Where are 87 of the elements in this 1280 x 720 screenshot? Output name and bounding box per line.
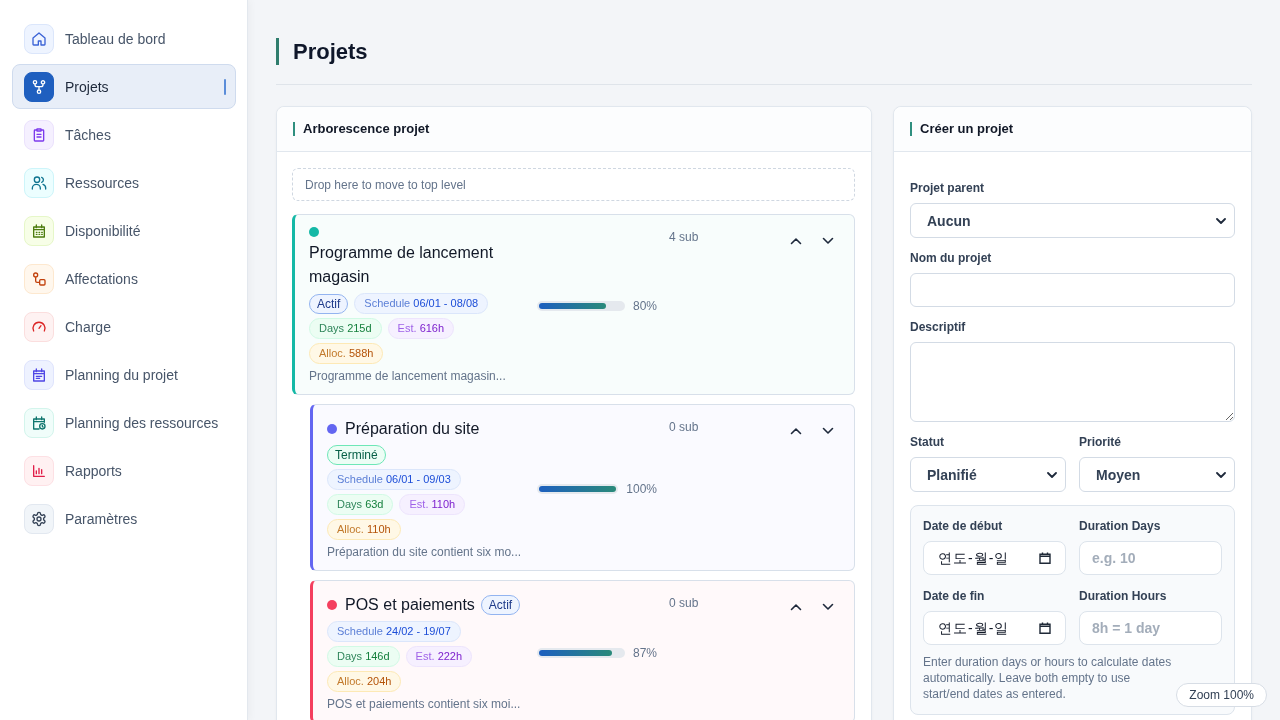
field-label: Date de début (923, 519, 1004, 533)
branch-icon (24, 71, 54, 102)
panel-title: Arborescence projet (293, 122, 430, 136)
calendar-icon (1039, 552, 1051, 564)
status-badge: Actif (309, 293, 349, 314)
calendar-clock-icon (24, 407, 54, 438)
description-field[interactable] (910, 342, 1235, 422)
estimate-chip: Est. 110h (399, 494, 466, 515)
days-chip: Days 215d (309, 318, 382, 339)
chevron-down-icon (822, 237, 834, 245)
drop-zone: Drop here to move to top level (292, 168, 855, 201)
sidebar-item[interactable]: Planning du projet (12, 352, 236, 397)
users-icon (24, 167, 54, 198)
status-badge: Actif (480, 595, 521, 615)
chevron-up-icon (790, 237, 802, 245)
allocation-chip: Alloc. 204h (327, 671, 402, 692)
sidebar-item[interactable]: Affectations (12, 256, 236, 301)
chevron-down-icon (822, 603, 834, 611)
parent-project-select[interactable]: Aucun (910, 203, 1235, 238)
subproject-count: 0 sub (669, 419, 700, 434)
estimate-chip: Est. 222h (405, 646, 473, 667)
progress-reading: 80% (632, 298, 657, 313)
sidebar-item[interactable]: Ressources (12, 160, 236, 205)
field-label: Priorité (1079, 435, 1122, 449)
field-label: Nom du projet (910, 251, 993, 265)
progress-reading: 87% (632, 645, 657, 660)
status-badge: Terminé (327, 445, 386, 465)
bar-chart-icon (24, 455, 54, 486)
schedule-chip: Schedule 06/01 - 08/08 (354, 293, 489, 314)
sidebar-item[interactable]: Charge (12, 304, 236, 349)
allocation-chip: Alloc. 110h (327, 519, 401, 540)
project-card[interactable]: Programme de lancement magasin Actif Schedule 06/01 - 08/08 Days 215d Est. 616h Alloc. 588h Programme de lancement magasin... 80% 4 sub (292, 214, 855, 395)
help-text: Enter duration days or hours to calculate dates automatically. Leave both empty to use start/end dates as entered. (923, 654, 1173, 702)
page-title: Projets (276, 38, 1252, 65)
days-chip: Days 146d (327, 646, 400, 667)
duration-days-field[interactable]: e.g. 10 (1079, 541, 1222, 575)
gauge-icon (24, 311, 54, 342)
end-date-field[interactable]: 연도-월-일 (923, 611, 1066, 645)
clipboard-icon (24, 119, 54, 150)
chevron-down-icon (1216, 471, 1226, 478)
progress-reading: 100% (626, 481, 657, 496)
panel-title: Créer un projet (910, 122, 1014, 136)
subproject-count: 0 sub (669, 595, 700, 610)
project-title: POS et paiements (345, 595, 475, 615)
project-description: POS et paiements contient six moi... (327, 696, 522, 712)
sidebar-item[interactable]: Projets (12, 64, 236, 109)
schedule-chip: Schedule 06/01 - 09/03 (327, 469, 461, 490)
status-select[interactable]: Planifié (910, 457, 1066, 492)
shapes-icon (24, 263, 54, 294)
sidebar-item[interactable]: Disponibilité (12, 208, 236, 253)
settings-icon (24, 503, 54, 534)
field-label: Date de fin (923, 589, 986, 603)
sidebar-item[interactable]: Tâches (12, 112, 236, 157)
home-icon (24, 23, 54, 54)
zoom-indicator: Zoom 100% (1176, 683, 1267, 707)
sidebar-item[interactable]: Paramètres (12, 496, 236, 541)
sidebar-item[interactable]: Planning des ressources (12, 400, 236, 445)
field-label: Duration Days (1079, 519, 1162, 533)
subproject-count: 4 sub (669, 229, 700, 244)
chevron-down-icon (822, 427, 834, 435)
field-label: Descriptif (910, 320, 967, 334)
calendar-icon (1039, 622, 1051, 634)
field-label: Duration Hours (1079, 589, 1168, 603)
project-description: Préparation du site contient six mo... (327, 544, 523, 560)
chevron-up-icon (790, 427, 802, 435)
priority-select[interactable]: Moyen (1079, 457, 1235, 492)
chevron-down-icon (1216, 217, 1226, 224)
project-title: Préparation du site (345, 419, 480, 439)
calendar-icon (24, 215, 54, 246)
sidebar-item[interactable]: Tableau de bord (12, 16, 236, 61)
field-label: Statut (910, 435, 945, 449)
estimate-chip: Est. 616h (387, 318, 455, 339)
schedule-chip: Schedule 24/02 - 19/07 (327, 621, 461, 642)
duration-hours-field[interactable]: 8h = 1 day (1079, 611, 1222, 645)
calendar-icon (24, 359, 54, 390)
start-date-field[interactable]: 연도-월-일 (923, 541, 1066, 575)
project-card[interactable]: Préparation du site Terminé Schedule 06/01 - 09/03 Days 63d Est. 110h Alloc. 110h Préparation du site contient six mo... 100% 0 sub (310, 404, 855, 571)
project-name-field[interactable] (910, 273, 1235, 307)
allocation-chip: Alloc. 588h (309, 343, 384, 364)
project-card[interactable]: POS et paiements Actif Schedule 24/02 - 19/07 Days 146d Est. 222h Alloc. 204h POS et paiements contient six moi... 87% 0 sub (310, 580, 855, 720)
chevron-up-icon (790, 603, 802, 611)
field-label: Projet parent (910, 181, 985, 195)
project-title: Programme de lancement magasin (309, 243, 495, 287)
chevron-down-icon (1047, 471, 1057, 478)
project-description: Programme de lancement magasin... (309, 368, 507, 384)
days-chip: Days 63d (327, 494, 394, 515)
sidebar-item[interactable]: Rapports (12, 448, 236, 493)
